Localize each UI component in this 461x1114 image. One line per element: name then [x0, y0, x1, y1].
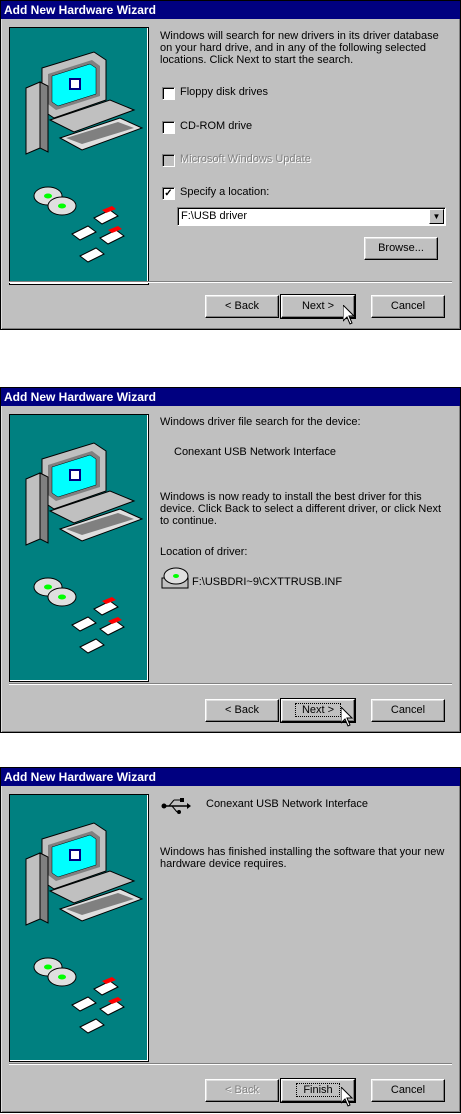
cancel-button[interactable]: Cancel — [371, 295, 445, 318]
wizard-illustration — [9, 27, 149, 285]
location-combobox[interactable]: F:\USB driver ▼ — [177, 207, 446, 226]
wizard-dialog-driver-found: Add New Hardware Wizard Windows driver f… — [0, 387, 461, 733]
next-button-label: Next > — [294, 703, 342, 717]
title-bar: Add New Hardware Wizard — [1, 1, 460, 19]
specify-location-checkbox-label[interactable]: Specify a location: — [180, 186, 269, 198]
floppy-checkbox-label[interactable]: Floppy disk drives — [180, 86, 268, 98]
next-button[interactable]: Next > — [280, 294, 356, 319]
cd-drive-icon — [161, 567, 189, 589]
location-value: F:\USB driver — [181, 210, 248, 222]
computer-hardware-icon — [25, 822, 143, 1034]
cancel-button[interactable]: Cancel — [371, 699, 445, 722]
computer-hardware-icon — [25, 442, 143, 654]
driver-path: F:\USBDRI~9\CXTTRUSB.INF — [192, 576, 343, 588]
browse-button[interactable]: Browse... — [364, 237, 438, 260]
back-button[interactable]: < Back — [205, 295, 279, 318]
device-name: Conexant USB Network Interface — [174, 446, 337, 458]
dropdown-arrow-icon[interactable]: ▼ — [429, 209, 444, 224]
windows-update-checkbox-label: Microsoft Windows Update — [180, 153, 311, 165]
finish-button-label: Finish — [296, 1083, 340, 1097]
search-intro-text: Windows will search for new drivers in i… — [160, 30, 439, 66]
computer-hardware-icon — [25, 51, 143, 263]
back-button: < Back — [205, 1079, 279, 1102]
back-button[interactable]: < Back — [205, 699, 279, 722]
cancel-button[interactable]: Cancel — [371, 1079, 445, 1102]
separator — [9, 281, 452, 283]
ready-text: Windows is now ready to install the best… — [160, 491, 442, 527]
separator — [9, 683, 452, 685]
windows-update-checkbox — [162, 154, 175, 167]
floppy-checkbox[interactable] — [162, 87, 175, 100]
usb-icon — [161, 798, 191, 814]
wizard-illustration — [9, 414, 149, 682]
wizard-illustration — [9, 794, 149, 1062]
cdrom-checkbox[interactable] — [162, 121, 175, 134]
device-name: Conexant USB Network Interface — [206, 798, 369, 810]
separator — [9, 1063, 452, 1065]
specify-location-checkbox[interactable]: ✓ — [162, 187, 175, 200]
wizard-dialog-finished: Add New Hardware Wizard Conexant USB Net… — [0, 767, 461, 1113]
finish-button[interactable]: Finish — [280, 1078, 356, 1103]
finished-text: Windows has finished installing the soft… — [160, 846, 445, 870]
wizard-dialog-search: Add New Hardware Wizard Windows will sea… — [0, 0, 461, 330]
title-bar: Add New Hardware Wizard — [1, 388, 460, 406]
cdrom-checkbox-label[interactable]: CD-ROM drive — [180, 120, 252, 132]
location-heading: Location of driver: — [160, 546, 248, 558]
next-button[interactable]: Next > — [280, 698, 356, 723]
title-bar: Add New Hardware Wizard — [1, 768, 460, 786]
search-heading: Windows driver file search for the devic… — [160, 416, 361, 428]
